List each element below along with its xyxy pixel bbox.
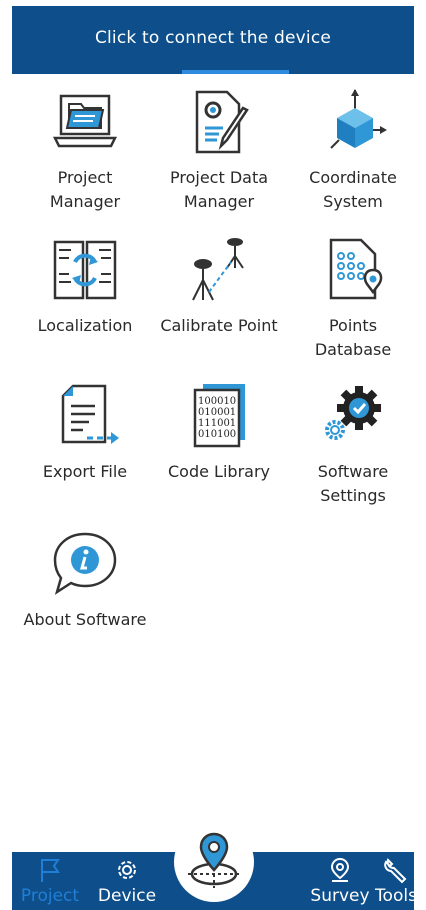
tab-device[interactable]: Device bbox=[90, 852, 164, 910]
binary-code-book-icon: 100010 010001 111001 010100 bbox=[193, 384, 245, 448]
binary-line: 111001 bbox=[198, 418, 236, 429]
menu-item-label: Localization bbox=[37, 316, 133, 335]
menu-item-label: Software Settings bbox=[317, 462, 389, 505]
menu-item-code-library[interactable]: 100010 010001 111001 010100 Code Library bbox=[152, 380, 286, 484]
cube-axes-icon bbox=[330, 89, 387, 149]
center-survey-button[interactable] bbox=[174, 822, 254, 902]
gear-icon bbox=[118, 861, 136, 879]
gnss-tripods-icon bbox=[192, 238, 244, 301]
document-gear-pencil-icon bbox=[195, 90, 249, 154]
connect-device-banner[interactable]: Click to connect the device bbox=[12, 6, 414, 74]
menu-item-points-database[interactable]: Points Database bbox=[286, 234, 420, 362]
tab-label: Device bbox=[97, 886, 157, 906]
info-speech-bubble-icon bbox=[53, 532, 117, 595]
header-indicator bbox=[182, 70, 289, 74]
binary-line: 100010 bbox=[198, 396, 236, 407]
menu-item-label: Project Data Manager bbox=[169, 168, 269, 211]
menu-item-label: Calibrate Point bbox=[160, 316, 278, 335]
menu-item-label: Points Database bbox=[314, 316, 392, 359]
menu-item-label: Coordinate System bbox=[309, 168, 397, 211]
tab-label: Tools bbox=[375, 886, 417, 906]
binary-line: 010001 bbox=[198, 407, 236, 418]
menu-item-about-software[interactable]: About Software bbox=[18, 528, 152, 632]
map-target-icon bbox=[188, 832, 240, 888]
menu-item-project-manager[interactable]: Project Manager bbox=[18, 86, 152, 214]
menu-item-label: Project Manager bbox=[49, 168, 121, 211]
menu-item-label: Code Library bbox=[168, 462, 270, 481]
points-database-icon bbox=[329, 238, 383, 300]
menu-item-project-data-manager[interactable]: Project Data Manager bbox=[152, 86, 286, 214]
menu-item-label: About Software bbox=[23, 610, 147, 629]
tab-label: Project bbox=[20, 886, 80, 906]
tab-tools[interactable]: Tools bbox=[364, 852, 426, 910]
header-title: Click to connect the device bbox=[94, 28, 332, 48]
export-file-icon bbox=[61, 384, 119, 444]
localization-book-icon bbox=[53, 240, 117, 300]
location-pin-icon bbox=[330, 857, 350, 882]
wrench-icon bbox=[384, 858, 407, 884]
binary-line: 010100 bbox=[198, 429, 236, 440]
flag-icon bbox=[41, 859, 60, 882]
laptop-folder-icon bbox=[52, 94, 118, 148]
menu-item-coordinate-system[interactable]: Coordinate System bbox=[286, 86, 420, 214]
gears-check-icon bbox=[325, 386, 381, 440]
tab-project[interactable]: Project bbox=[18, 852, 82, 910]
menu-item-software-settings[interactable]: Software Settings bbox=[286, 380, 420, 508]
menu-item-export-file[interactable]: Export File bbox=[18, 380, 152, 484]
menu-item-calibrate-point[interactable]: Calibrate Point bbox=[152, 234, 286, 338]
menu-item-localization[interactable]: Localization bbox=[18, 234, 152, 338]
menu-item-label: Export File bbox=[42, 462, 128, 481]
